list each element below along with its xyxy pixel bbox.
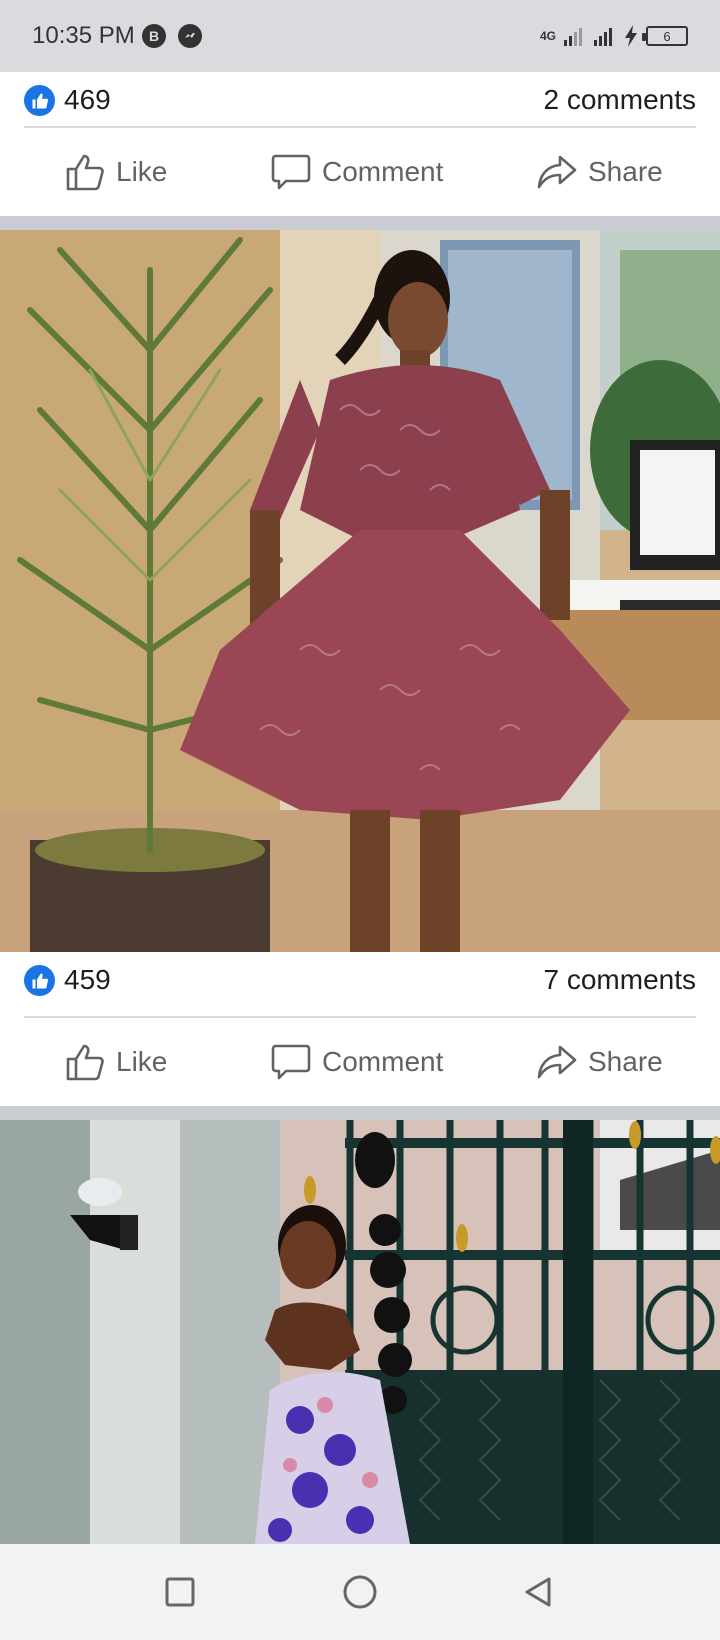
share-button[interactable]: Share bbox=[536, 1018, 663, 1106]
back-triangle-icon[interactable] bbox=[516, 1570, 560, 1614]
share-arrow-icon bbox=[537, 1045, 577, 1079]
like-count[interactable]: 459 bbox=[64, 964, 111, 996]
system-nav-bar bbox=[0, 1544, 720, 1640]
comment-bubble-icon bbox=[271, 154, 311, 190]
charging-icon bbox=[625, 25, 637, 47]
comment-label: Comment bbox=[322, 156, 444, 187]
comments-count[interactable]: 2 comments bbox=[544, 84, 697, 116]
like-label: Like bbox=[116, 1046, 168, 1077]
share-label: Share bbox=[588, 1046, 663, 1077]
network-label: 4G bbox=[539, 29, 556, 43]
battery-icon: 6 bbox=[642, 26, 688, 46]
post-stats: 469 2 comments bbox=[0, 72, 720, 128]
thumbs-up-icon bbox=[66, 154, 104, 191]
comment-bubble-icon bbox=[271, 1044, 311, 1080]
post-actions: Like Comment Share bbox=[0, 1018, 720, 1106]
home-circle-icon[interactable] bbox=[338, 1570, 382, 1614]
share-arrow-icon bbox=[537, 155, 577, 189]
status-time: 10:35 PM bbox=[32, 22, 135, 49]
share-label: Share bbox=[588, 156, 663, 187]
share-button[interactable]: Share bbox=[536, 128, 663, 216]
recents-square-icon[interactable] bbox=[158, 1570, 202, 1614]
signal-icon bbox=[564, 28, 582, 46]
post-photo[interactable] bbox=[0, 1120, 720, 1544]
like-button[interactable]: Like bbox=[64, 1018, 167, 1106]
like-reaction-icon bbox=[24, 85, 55, 116]
post-actions: Like Comment Share bbox=[0, 128, 720, 216]
comment-button[interactable]: Comment bbox=[270, 1018, 443, 1106]
dress-photo bbox=[0, 230, 720, 952]
comment-button[interactable]: Comment bbox=[270, 128, 443, 216]
post-photo[interactable] bbox=[0, 230, 720, 952]
comments-count[interactable]: 7 comments bbox=[544, 964, 697, 996]
status-bar: 10:35 PM B 4G 6 bbox=[0, 0, 720, 72]
feed-separator bbox=[0, 216, 720, 230]
comment-label: Comment bbox=[322, 1046, 444, 1077]
signal-icon-2 bbox=[594, 28, 612, 46]
status-indicators: 4G 6 bbox=[540, 20, 688, 52]
like-count[interactable]: 469 bbox=[64, 84, 111, 116]
gate-photo bbox=[0, 1120, 720, 1544]
post-stats: 459 7 comments bbox=[0, 952, 720, 1008]
like-label: Like bbox=[116, 156, 168, 187]
b-app-icon: B bbox=[142, 24, 166, 48]
feed-separator bbox=[0, 1106, 720, 1120]
thumbs-up-icon bbox=[66, 1044, 104, 1081]
like-reaction-icon bbox=[24, 965, 55, 996]
messenger-icon bbox=[178, 24, 202, 48]
like-button[interactable]: Like bbox=[64, 128, 167, 216]
